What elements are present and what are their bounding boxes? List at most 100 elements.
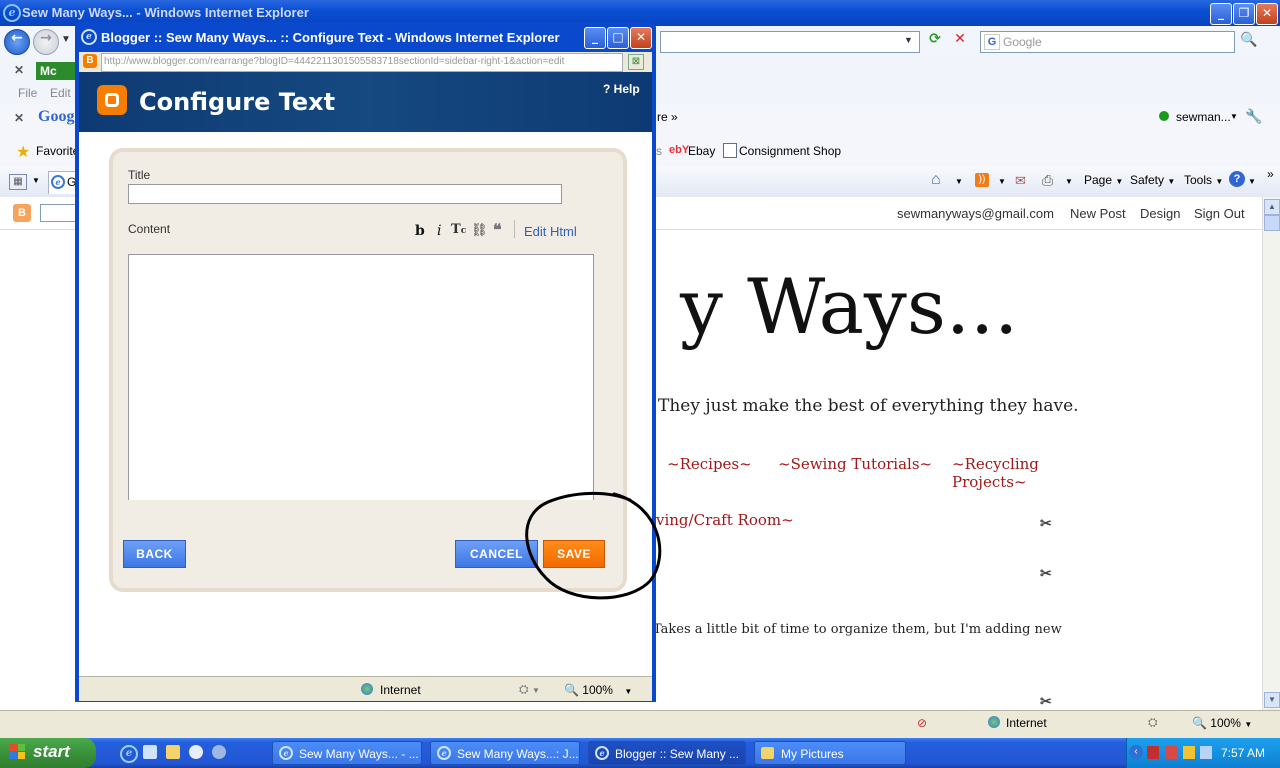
blockquote-icon[interactable]: ❝ bbox=[493, 220, 502, 239]
quicklaunch-folder-icon[interactable] bbox=[166, 745, 180, 759]
new-post-link[interactable]: New Post bbox=[1070, 206, 1126, 221]
quick-tabs-icon[interactable]: ▦ bbox=[9, 174, 27, 190]
taskbar-item-blogger[interactable]: e Blogger :: Sew Many ... bbox=[588, 741, 746, 765]
nav-link-craft-room[interactable]: ving/Craft Room~ bbox=[656, 511, 794, 529]
popup-maximize-icon[interactable]: □ bbox=[607, 27, 629, 49]
taskbar-item-sew-many-ways-1[interactable]: e Sew Many Ways... - ... bbox=[272, 741, 422, 765]
task-ie-icon: e bbox=[437, 746, 451, 760]
help-link[interactable]: ? Help bbox=[603, 82, 640, 96]
sign-out-link[interactable]: Sign Out bbox=[1194, 206, 1245, 221]
minimize-icon[interactable]: _ bbox=[1210, 3, 1232, 25]
protected-mode-icon[interactable]: ⛭ bbox=[1148, 715, 1158, 730]
blog-tagline: They just make the best of everything th… bbox=[658, 396, 1079, 416]
tray-shield-icon[interactable] bbox=[1183, 746, 1195, 759]
quicklaunch-ie-icon[interactable]: e bbox=[120, 745, 138, 763]
help-icon[interactable]: ? bbox=[1229, 171, 1245, 187]
tray-network-icon[interactable] bbox=[1200, 746, 1212, 759]
forward-arrow-icon[interactable]: → bbox=[33, 29, 59, 55]
clock[interactable]: 7:57 AM bbox=[1221, 746, 1265, 760]
content-editor[interactable] bbox=[128, 254, 594, 500]
tray-expand-icon[interactable]: ‹ bbox=[1129, 745, 1143, 759]
home-dropdown-icon[interactable]: ▼ bbox=[955, 177, 963, 186]
page-scrollbar[interactable]: ▲ ▼ bbox=[1262, 197, 1280, 710]
edit-html-link[interactable]: Edit Html bbox=[524, 224, 577, 239]
nav-link-sewing-tutorials[interactable]: ~Sewing Tutorials~ bbox=[778, 455, 932, 473]
tools-menu-button[interactable]: Tools ▼ bbox=[1184, 173, 1223, 187]
close-toolbar-icon[interactable]: ✕ bbox=[14, 63, 24, 77]
edit-gadget-icon[interactable]: ✂ bbox=[1040, 516, 1052, 532]
refresh-icon[interactable]: ⟳ bbox=[926, 31, 944, 49]
tray-mcafee-icon[interactable] bbox=[1147, 746, 1159, 759]
restore-icon[interactable]: ❐ bbox=[1233, 3, 1255, 25]
user-account-label[interactable]: sewman... bbox=[1176, 110, 1231, 124]
print-dropdown-icon[interactable]: ▼ bbox=[1065, 177, 1073, 186]
history-dropdown-icon[interactable]: ▼ bbox=[61, 34, 71, 45]
nav-link-recipes[interactable]: ~Recipes~ bbox=[667, 455, 752, 473]
taskbar-item-my-pictures[interactable]: My Pictures bbox=[754, 741, 906, 765]
popup-titlebar[interactable]: e Blogger :: Sew Many Ways... :: Configu… bbox=[75, 22, 656, 52]
edit-gadget-icon-3[interactable]: ✂ bbox=[1040, 694, 1052, 710]
italic-icon[interactable]: i bbox=[437, 223, 441, 239]
menu-file[interactable]: File bbox=[18, 86, 37, 100]
quicklaunch-media-icon[interactable] bbox=[189, 745, 203, 759]
taskbar-item-sew-many-ways-2[interactable]: e Sew Many Ways...: J... bbox=[430, 741, 580, 765]
tray-security-icon[interactable] bbox=[1165, 746, 1177, 759]
popup-zone-label: Internet bbox=[380, 683, 421, 697]
link-icon[interactable]: ⛓ bbox=[471, 222, 488, 238]
design-link[interactable]: Design bbox=[1140, 206, 1180, 221]
help-dropdown-icon[interactable]: ▼ bbox=[1248, 177, 1256, 186]
page-menu-button[interactable]: Page ▼ bbox=[1084, 173, 1123, 187]
nav-link-recycling-projects[interactable]: ~Recycling Projects~ bbox=[952, 455, 1042, 491]
rss-feed-icon[interactable]: )) bbox=[975, 173, 989, 187]
popup-zoom-control[interactable]: 🔍 100% ▼ bbox=[564, 683, 632, 697]
edit-gadget-icon-2[interactable]: ✂ bbox=[1040, 566, 1052, 582]
mail-icon[interactable]: ✉ bbox=[1015, 173, 1026, 189]
task-label: Sew Many Ways... - ... bbox=[299, 747, 419, 761]
quicklaunch-desktop-icon[interactable] bbox=[143, 745, 157, 759]
address-dropdown-icon[interactable]: ▼ bbox=[904, 35, 913, 45]
favorites-button[interactable]: Favorite bbox=[36, 144, 79, 158]
rss-dropdown-icon[interactable]: ▼ bbox=[998, 177, 1006, 186]
scroll-thumb[interactable] bbox=[1264, 215, 1280, 231]
close-icon[interactable]: ✕ bbox=[1256, 3, 1278, 25]
fav-link-consignment[interactable]: Consignment Shop bbox=[739, 144, 841, 158]
popup-close-icon[interactable]: ✕ bbox=[630, 27, 652, 49]
blogger-logo-icon[interactable]: B bbox=[13, 204, 31, 222]
start-button[interactable]: start bbox=[0, 738, 96, 768]
search-go-icon[interactable]: 🔍 bbox=[1240, 32, 1257, 48]
popup-minimize-icon[interactable]: _ bbox=[584, 27, 606, 49]
user-dropdown-icon[interactable]: ▼ bbox=[1230, 112, 1238, 121]
home-icon[interactable]: ⌂ bbox=[931, 171, 941, 189]
more-chevron[interactable]: re » bbox=[657, 110, 678, 124]
mcafee-button[interactable]: Mc bbox=[36, 62, 78, 80]
stop-icon[interactable]: ✕ bbox=[951, 31, 969, 49]
scroll-down-icon[interactable]: ▼ bbox=[1264, 692, 1280, 708]
menu-edit[interactable]: Edit bbox=[50, 86, 71, 100]
address-field-tail[interactable] bbox=[660, 31, 920, 53]
back-button[interactable]: BACK bbox=[123, 540, 186, 568]
search-input[interactable]: G Google bbox=[980, 31, 1235, 53]
tab-list-dropdown-icon[interactable]: ▼ bbox=[32, 176, 40, 185]
task-ie-icon: e bbox=[595, 746, 609, 760]
scroll-up-icon[interactable]: ▲ bbox=[1264, 199, 1280, 215]
bold-icon[interactable]: b bbox=[415, 223, 425, 239]
title-label: Title bbox=[128, 168, 151, 182]
toolbar-overflow-icon[interactable]: » bbox=[1267, 167, 1274, 181]
popup-blocked-icon[interactable]: ⊘ bbox=[917, 716, 927, 730]
close-google-toolbar-icon[interactable]: ✕ bbox=[14, 111, 24, 125]
font-color-icon[interactable]: Tc bbox=[451, 222, 466, 237]
back-arrow-icon[interactable]: ← bbox=[4, 29, 30, 55]
popup-url-field[interactable]: http://www.blogger.com/rearrange?blogID=… bbox=[101, 53, 623, 72]
popup-compat-icon[interactable]: ⊠ bbox=[628, 54, 644, 70]
fav-link-ebay[interactable]: Ebay bbox=[688, 144, 715, 158]
blogger-logo-icon bbox=[97, 85, 127, 115]
online-status-icon bbox=[1159, 111, 1169, 121]
tools-menu-label: Tools bbox=[1184, 173, 1213, 187]
title-input[interactable] bbox=[128, 184, 562, 204]
print-icon[interactable]: ⎙ bbox=[1042, 172, 1053, 189]
popup-protected-mode-icon[interactable]: ⛭ ▼ bbox=[519, 682, 540, 697]
quicklaunch-misc-icon[interactable] bbox=[212, 745, 226, 759]
safety-menu-button[interactable]: Safety ▼ bbox=[1130, 173, 1175, 187]
wrench-icon[interactable]: 🔧 bbox=[1245, 108, 1262, 125]
zoom-control[interactable]: 🔍 100% ▼ bbox=[1192, 716, 1252, 730]
